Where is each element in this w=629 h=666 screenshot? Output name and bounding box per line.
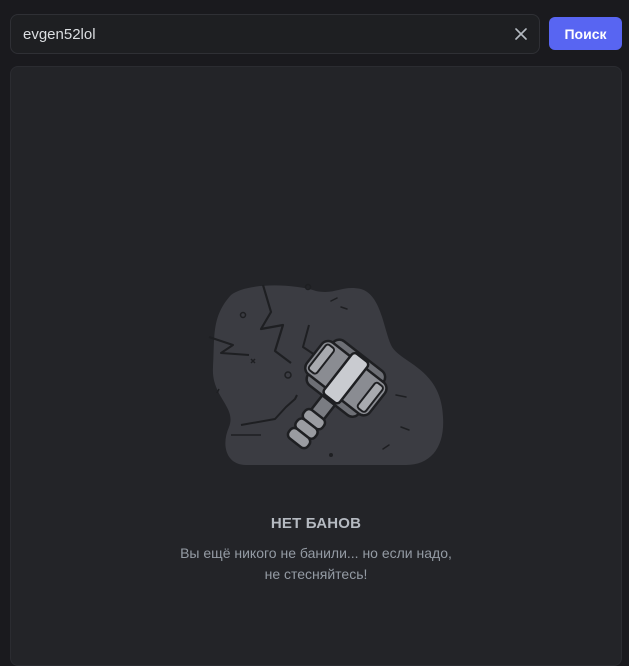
- search-button[interactable]: Поиск: [549, 17, 622, 50]
- ban-hammer-illustration: [191, 267, 461, 477]
- empty-state-title: НЕТ БАНОВ: [270, 515, 362, 532]
- search-bar: Поиск: [0, 0, 629, 66]
- empty-state-description-line2: не стесняйтесь!: [264, 566, 368, 582]
- empty-state-description-line1: Вы ещё никого не банили... но если надо,: [180, 545, 452, 561]
- search-field-container: [10, 14, 540, 54]
- ban-hammer-icon: [208, 283, 444, 465]
- empty-state-description: Вы ещё никого не банили... но если надо,…: [11, 543, 621, 585]
- search-input[interactable]: [11, 15, 501, 53]
- clear-search-icon[interactable]: [511, 24, 531, 44]
- bans-list-panel: НЕТ БАНОВ Вы ещё никого не банили... но …: [10, 66, 622, 666]
